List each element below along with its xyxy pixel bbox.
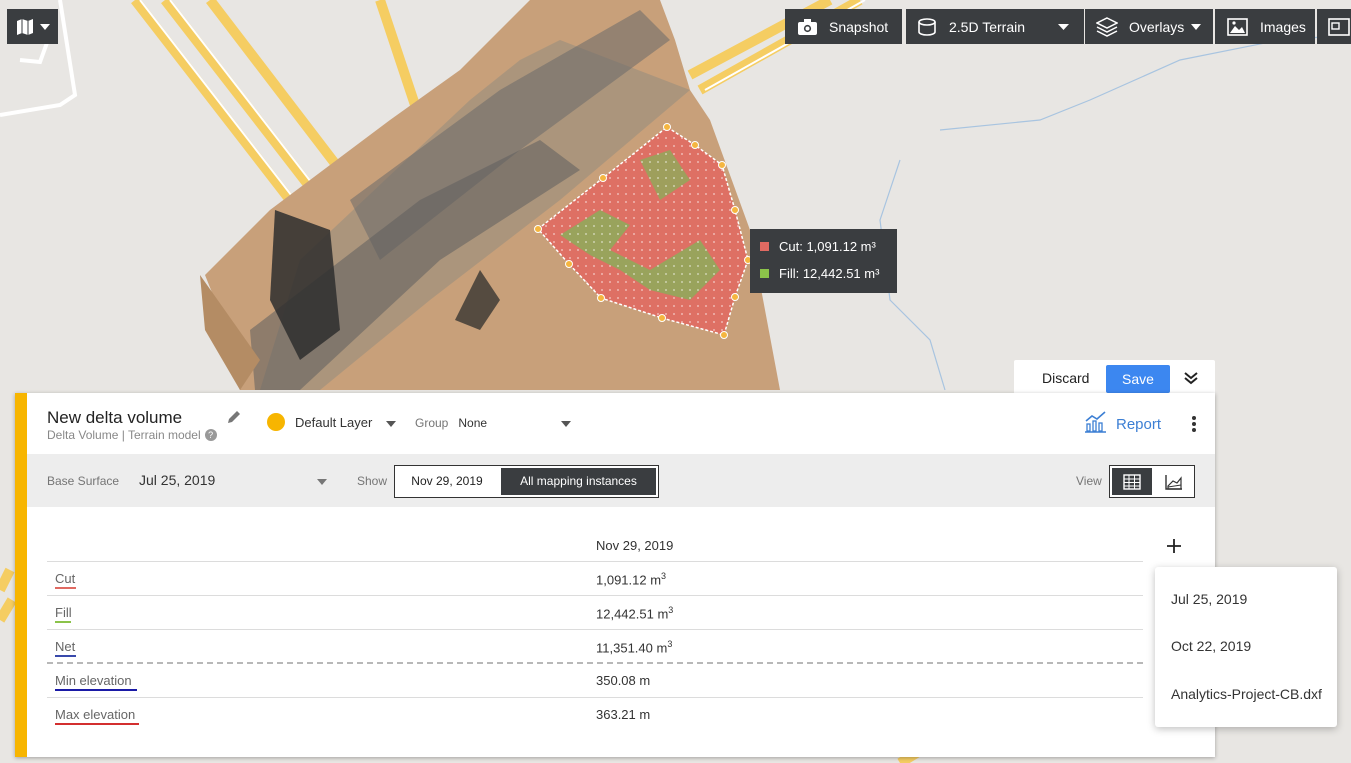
menu-item-oct-22[interactable]: Oct 22, 2019 xyxy=(1171,638,1251,654)
max-elevation-value: 363.21 m xyxy=(596,707,651,722)
images-label: Images xyxy=(1260,18,1306,35)
min-elevation-underline xyxy=(55,689,137,691)
terrain-mode-button[interactable]: 2.5D Terrain xyxy=(906,9,1084,44)
net-row-value: 11,351.40 m3 xyxy=(596,639,672,655)
fill-row-value: 12,442.51 m3 xyxy=(596,605,673,621)
chevron-down-icon xyxy=(40,23,50,30)
layer-label: Default Layer xyxy=(295,414,373,430)
chevron-down-icon xyxy=(1191,23,1202,30)
table-column-header: Nov 29, 2019 xyxy=(596,538,674,553)
show-toggle: Nov 29, 2019 All mapping instances xyxy=(394,465,659,498)
layer-selector[interactable]: Default Layer xyxy=(267,413,397,431)
fill-value-text: 12,442.51 m xyxy=(596,606,669,622)
report-label: Report xyxy=(1116,415,1162,433)
fill-row-label: Fill xyxy=(55,605,72,620)
add-column-menu: Jul 25, 2019 Oct 22, 2019 Analytics-Proj… xyxy=(1155,567,1337,727)
tooltip-fill: Fill: 12,442.51 m³ xyxy=(760,266,879,281)
row-divider xyxy=(47,561,1143,562)
net-value-unit: 3 xyxy=(667,639,673,649)
panel-subtitle-text: Delta Volume | Terrain model xyxy=(47,428,201,442)
min-elevation-value: 350.08 m xyxy=(596,673,651,688)
more-options-icon[interactable] xyxy=(1191,415,1197,438)
chevron-down-icon xyxy=(317,472,327,488)
row-divider xyxy=(47,595,1143,596)
cylinder-3d-icon xyxy=(917,17,937,37)
volume-tooltip: Cut: 1,091.12 m³ Fill: 12,442.51 m³ xyxy=(750,229,897,293)
max-elevation-label: Max elevation xyxy=(55,707,136,722)
chart-trend-icon xyxy=(1084,411,1107,437)
max-elevation-underline xyxy=(55,723,139,725)
delta-volume-panel: New delta volume Delta Volume | Terrain … xyxy=(15,393,1215,757)
collapse-icon[interactable] xyxy=(1184,371,1198,390)
cut-value-unit: 3 xyxy=(661,571,667,581)
menu-item-jul-25[interactable]: Jul 25, 2019 xyxy=(1171,591,1247,607)
fill-row-underline xyxy=(55,621,71,623)
net-row-underline xyxy=(55,655,76,657)
row-divider xyxy=(47,697,1143,698)
split-view-button[interactable] xyxy=(1317,9,1351,44)
images-button[interactable]: Images xyxy=(1215,9,1315,44)
menu-item-dxf[interactable]: Analytics-Project-CB.dxf xyxy=(1171,686,1322,702)
cut-swatch xyxy=(760,242,769,251)
dashed-divider xyxy=(47,662,1143,664)
report-button[interactable]: Report xyxy=(1084,411,1161,437)
view-toggle xyxy=(1109,465,1195,498)
snapshot-button[interactable]: Snapshot xyxy=(785,9,902,44)
panel-actions: Discard Save xyxy=(1014,360,1215,394)
map-icon xyxy=(16,18,34,36)
map-style-button[interactable] xyxy=(7,9,58,44)
cut-value-text: 1,091.12 m xyxy=(596,572,662,588)
base-surface-label: Base Surface xyxy=(47,474,120,488)
group-value: None xyxy=(458,416,488,430)
cut-row-value: 1,091.12 m3 xyxy=(596,571,666,587)
show-date-option[interactable]: Nov 29, 2019 xyxy=(395,466,499,497)
overlays-label: Overlays xyxy=(1129,18,1185,35)
group-label: Group xyxy=(415,416,449,430)
snapshot-label: Snapshot xyxy=(829,18,889,35)
net-value-text: 11,351.40 m xyxy=(596,640,668,656)
overlays-button[interactable]: Overlays xyxy=(1085,9,1213,44)
chevron-down-icon xyxy=(386,415,397,430)
fill-value-unit: 3 xyxy=(668,605,674,615)
net-row-label: Net xyxy=(55,639,76,654)
tooltip-fill-text: Fill: 12,442.51 m³ xyxy=(779,266,880,281)
base-surface-value: Jul 25, 2019 xyxy=(139,472,216,488)
pencil-icon[interactable] xyxy=(227,409,242,429)
row-divider xyxy=(47,629,1143,630)
tooltip-cut: Cut: 1,091.12 m³ xyxy=(760,239,876,254)
panel-title: New delta volume xyxy=(47,408,183,427)
camera-icon xyxy=(798,18,817,35)
panel-subtitle: Delta Volume | Terrain model ? xyxy=(47,428,217,442)
split-view-icon xyxy=(1328,17,1350,36)
terrain-mode-label: 2.5D Terrain xyxy=(949,18,1026,35)
cut-row-underline xyxy=(55,587,76,589)
group-selector[interactable]: Group None xyxy=(415,416,572,430)
save-button[interactable]: Save xyxy=(1106,365,1170,393)
fill-swatch xyxy=(760,269,769,278)
add-column-icon[interactable] xyxy=(1167,539,1181,558)
layer-color-dot xyxy=(267,413,285,431)
show-all-option[interactable]: All mapping instances xyxy=(501,468,656,495)
show-label: Show xyxy=(357,474,388,488)
discard-button[interactable]: Discard xyxy=(1042,370,1089,386)
help-icon[interactable]: ? xyxy=(204,429,217,441)
table-view-icon[interactable] xyxy=(1112,468,1152,495)
panel-accent-bar xyxy=(15,393,27,757)
cut-row-label: Cut xyxy=(55,571,76,586)
min-elevation-label: Min elevation xyxy=(55,673,132,688)
chart-view-icon[interactable] xyxy=(1154,466,1194,497)
image-icon xyxy=(1227,17,1248,36)
tooltip-cut-text: Cut: 1,091.12 m³ xyxy=(779,239,876,254)
view-label: View xyxy=(1076,474,1102,488)
chevron-down-icon xyxy=(561,416,572,430)
base-surface-select[interactable]: Jul 25, 2019 xyxy=(139,472,327,488)
chevron-down-icon xyxy=(1058,23,1069,30)
layers-icon xyxy=(1096,16,1118,37)
